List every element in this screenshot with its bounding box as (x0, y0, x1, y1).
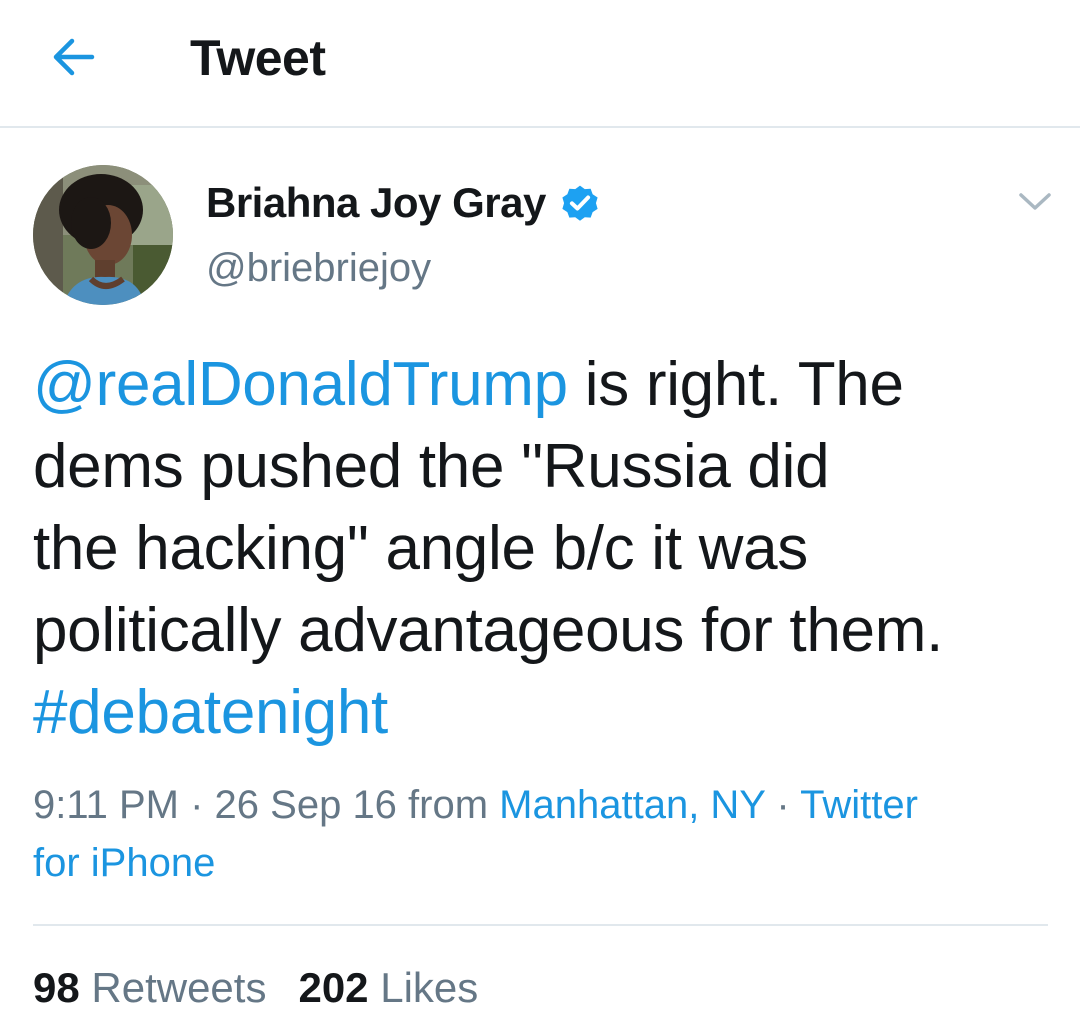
source-link[interactable]: Twitter (800, 783, 918, 827)
tweet-metadata: 9:11 PM · 26 Sep 16 from Manhattan, NY ·… (33, 776, 1053, 892)
retweets-label: Retweets (79, 964, 267, 1011)
metadata-line: 9:11 PM · 26 Sep 16 from Manhattan, NY ·… (33, 776, 1053, 834)
author-name[interactable]: Briahna Joy Gray (206, 179, 546, 227)
hashtag-link[interactable]: #debatenight (33, 678, 388, 747)
retweets-stat[interactable]: 98 Retweets (33, 960, 266, 1016)
retweets-count: 98 (33, 964, 80, 1011)
author-handle[interactable]: @briebriejoy (206, 246, 431, 291)
metadata-line: for iPhone (33, 834, 1053, 892)
tweet-line: the hacking" angle b/c it was (33, 514, 808, 583)
back-button[interactable] (40, 24, 106, 90)
tweet-line: @realDonaldTrump is right. The (33, 344, 1053, 426)
tweet-line: #debatenight (33, 672, 1053, 754)
tweet-date: 26 Sep 16 (214, 783, 397, 827)
avatar-image (33, 165, 173, 305)
tweet-stats: 98 Retweets 202 Likes (33, 960, 510, 1016)
separator-dot: · (179, 783, 215, 827)
tweet-line: politically advantageous for them. (33, 596, 943, 665)
location-link[interactable]: Manhattan, NY (499, 783, 765, 827)
likes-label: Likes (368, 964, 479, 1011)
divider (33, 924, 1048, 926)
separator-dot: · (765, 783, 801, 827)
likes-stat[interactable]: 202 Likes (298, 960, 478, 1016)
tweet-time: 9:11 PM (33, 783, 179, 827)
tweet-menu-button[interactable] (1010, 180, 1060, 224)
top-bar: Tweet (0, 0, 1080, 128)
mention-link[interactable]: @realDonaldTrump (33, 350, 568, 419)
author-name-row: Briahna Joy Gray (206, 178, 602, 228)
page-title: Tweet (190, 30, 326, 86)
source-link-continued[interactable]: for iPhone (33, 841, 215, 885)
tweet-text-segment: is right. The (567, 350, 904, 419)
avatar[interactable] (33, 165, 173, 305)
tweet-detail-screen: Tweet Briahna Joy Gray @briebriejoy @rea… (0, 0, 1080, 1027)
likes-count: 202 (298, 964, 369, 1011)
arrow-left-icon (53, 38, 95, 76)
tweet-text: @realDonaldTrump is right. The dems push… (33, 344, 1053, 754)
tweet-line: dems pushed the "Russia did (33, 432, 830, 501)
verified-badge-icon (562, 185, 598, 221)
chevron-down-icon (1019, 193, 1051, 210)
from-label: from (396, 783, 500, 827)
